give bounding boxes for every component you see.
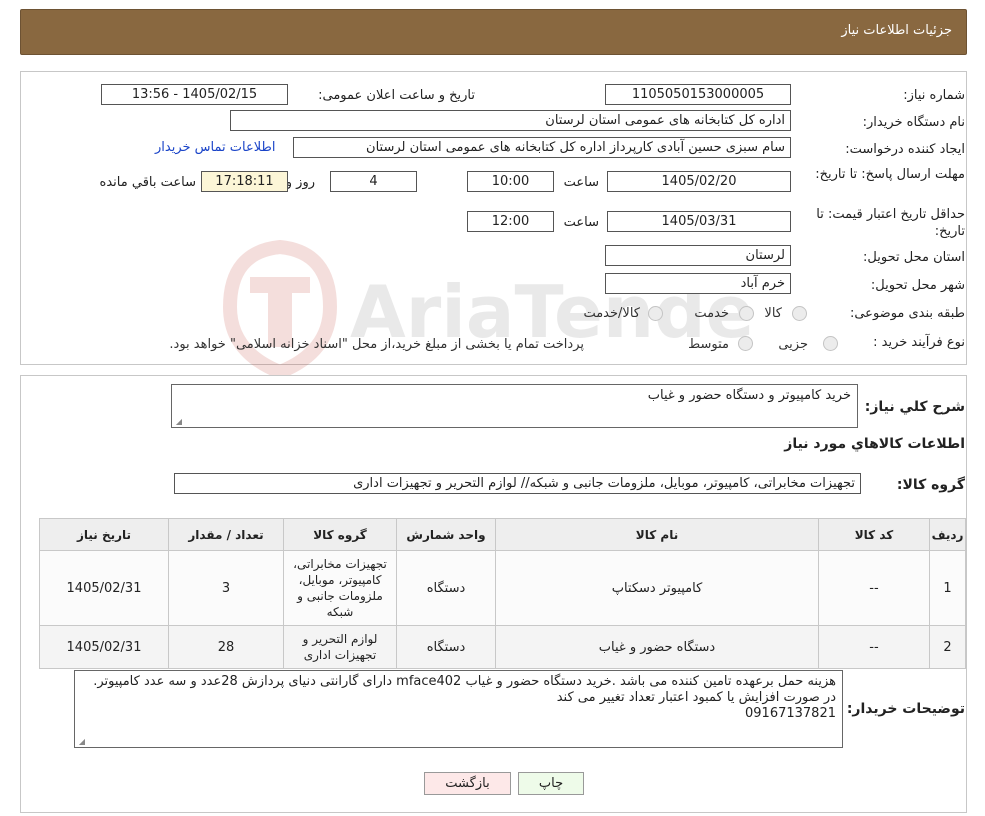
announce-datetime-field: 1405/02/15 - 13:56	[101, 84, 288, 105]
col-unit-header: واحد شمارش	[396, 518, 496, 551]
category-goods-radio[interactable]	[792, 306, 807, 321]
remaining-time-label: ساعت باقي مانده	[99, 175, 196, 190]
process-payment-note: پرداخت تمام یا بخشی از مبلغ خرید،از محل …	[169, 337, 584, 352]
province-field: لرستان	[605, 245, 791, 266]
validity-time-field: 12:00	[467, 211, 554, 232]
item-qty: 3	[168, 550, 284, 626]
category-goods-service-radio[interactable]	[648, 306, 663, 321]
validity-date-field: 1405/03/31	[607, 211, 791, 232]
table-row: 2 -- دستگاه حضور و غیاب دستگاه لوازم الت…	[39, 625, 966, 669]
deadline-date-field: 1405/02/20	[607, 171, 791, 192]
deadline-time-field: 10:00	[467, 171, 554, 192]
need-number-label: شماره نیاز:	[903, 88, 965, 103]
item-group: تجهیزات مخابراتی، کامپیوتر، موبایل، ملزو…	[283, 550, 397, 626]
item-group-label: گروه کالا:	[896, 477, 965, 493]
buyer-notes-label: توضیحات خریدار:	[846, 701, 965, 717]
item-qty: 28	[168, 625, 284, 669]
item-code: --	[818, 550, 930, 626]
summary-field: خرید کامپیوتر و دستگاه حضور و غیاب ◢	[171, 384, 858, 428]
need-number-field: 1105050153000005	[605, 84, 791, 105]
col-group-header: گروه کالا	[283, 518, 397, 551]
process-partial-radio[interactable]	[823, 336, 838, 351]
process-medium-label: متوسط	[688, 337, 729, 352]
page-title: جزئیات اطلاعات نیاز	[841, 23, 952, 38]
print-button[interactable]: چاپ	[518, 772, 584, 795]
requester-field: سام سبزی حسین آبادی کارپرداز اداره کل کت…	[293, 137, 791, 158]
item-date: 1405/02/31	[39, 550, 169, 626]
remaining-days-field: 4	[330, 171, 417, 192]
process-partial-label: جزیی	[778, 337, 808, 352]
buyer-notes-field: هزینه حمل برعهده تامین کننده می باشد .خر…	[74, 670, 843, 748]
city-label: شهر محل تحویل:	[870, 278, 965, 293]
item-name: کامپیوتر دسکتاپ	[495, 550, 819, 626]
item-unit: دستگاه	[396, 550, 496, 626]
category-service-radio[interactable]	[739, 306, 754, 321]
remaining-time-field: 17:18:11	[201, 171, 288, 192]
page-header: جزئیات اطلاعات نیاز	[20, 9, 967, 55]
item-name: دستگاه حضور و غیاب	[495, 625, 819, 669]
items-table: رديف کد کالا نام کالا واحد شمارش گروه کا…	[39, 518, 966, 669]
deadline-time-label: ساعت	[563, 175, 599, 190]
col-qty-header: تعداد / مقدار	[168, 518, 284, 551]
process-type-label: نوع فرآیند خرید :	[873, 335, 965, 350]
item-group-field: تجهیزات مخابراتی، کامپیوتر، موبایل، ملزو…	[174, 473, 861, 494]
items-section-title: اطلاعات کالاهاي مورد نياز	[784, 436, 965, 452]
deadline-label: مهلت ارسال پاسخ: تا تاریخ:	[815, 167, 965, 182]
table-row: 1 -- کامپیوتر دسکتاپ دستگاه تجهیزات مخاب…	[39, 550, 966, 626]
process-medium-radio[interactable]	[738, 336, 753, 351]
announce-datetime-label: تاریخ و ساعت اعلان عمومی:	[318, 88, 475, 103]
buyer-phone: 09167137821	[745, 706, 836, 721]
item-code: --	[818, 625, 930, 669]
summary-text: خرید کامپیوتر و دستگاه حضور و غیاب	[647, 388, 851, 403]
col-date-header: تاریخ نیاز	[39, 518, 169, 551]
category-goods-service-label: کالا/خدمت	[583, 306, 640, 321]
buyer-contact-link[interactable]: اطلاعات تماس خریدار	[155, 140, 275, 155]
row-number: 1	[929, 550, 966, 626]
item-unit: دستگاه	[396, 625, 496, 669]
category-label: طبقه بندی موضوعی:	[849, 306, 965, 321]
buyer-org-field: اداره کل کتابخانه های عمومی استان لرستان	[230, 110, 791, 131]
buyer-org-label: نام دستگاه خریدار:	[862, 115, 965, 130]
back-button[interactable]: بازگشت	[424, 772, 511, 795]
city-field: خرم آباد	[605, 273, 791, 294]
table-header-row: رديف کد کالا نام کالا واحد شمارش گروه کا…	[39, 518, 966, 551]
province-label: استان محل تحویل:	[863, 250, 965, 265]
col-code-header: کد کالا	[818, 518, 930, 551]
price-validity-label: حداقل تاریخ اعتبار قیمت: تا تاریخ:	[816, 207, 965, 239]
item-date: 1405/02/31	[39, 625, 169, 669]
item-group: لوازم التحریر و تجهیزات اداری	[283, 625, 397, 669]
resize-grip-icon: ◢	[175, 417, 182, 426]
category-service-label: خدمت	[694, 306, 729, 321]
days-label: روز و	[285, 175, 315, 190]
resize-grip-icon: ◢	[78, 737, 85, 746]
summary-label: شرح کلي نياز:	[864, 399, 965, 415]
col-name-header: نام کالا	[495, 518, 819, 551]
row-number: 2	[929, 625, 966, 669]
validity-time-label: ساعت	[563, 215, 599, 230]
buyer-notes-text: هزینه حمل برعهده تامین کننده می باشد .خر…	[93, 674, 836, 705]
category-goods-label: کالا	[764, 306, 782, 321]
requester-label: ایجاد کننده درخواست:	[845, 142, 965, 157]
col-row-header: رديف	[929, 518, 966, 551]
